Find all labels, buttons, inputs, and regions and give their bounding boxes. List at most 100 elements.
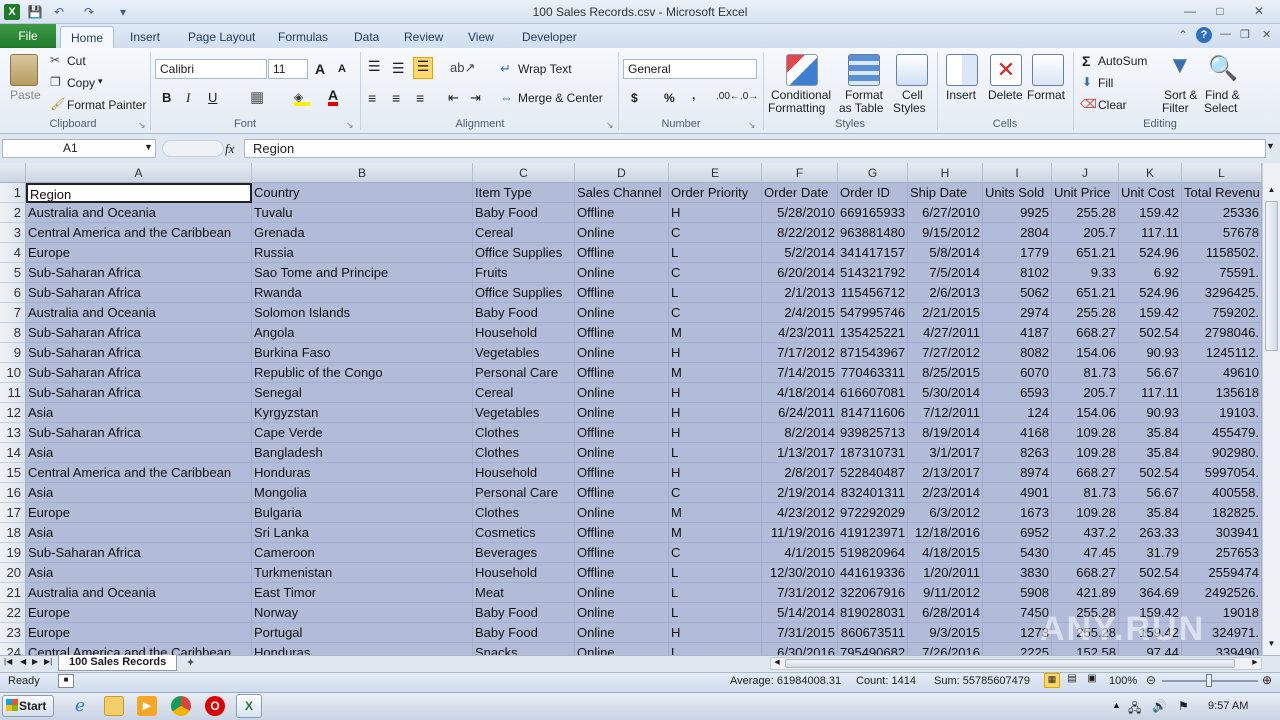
table-cell[interactable]: 3/1/2017	[908, 443, 983, 463]
header-cell[interactable]: Unit Cost	[1119, 183, 1182, 203]
table-cell[interactable]: 7/31/2012	[762, 583, 838, 603]
table-cell[interactable]: 616607081	[838, 383, 908, 403]
table-cell[interactable]: 902980.	[1182, 443, 1262, 463]
hscroll-left-arrow[interactable]: ◀	[771, 658, 783, 666]
formula-expand-handle[interactable]	[162, 140, 224, 157]
grow-font-icon[interactable]: A	[315, 61, 325, 77]
align-top-icon[interactable]: ☰	[368, 58, 381, 75]
internet-explorer-icon[interactable]: ℯ	[70, 696, 90, 716]
table-cell[interactable]: 8/25/2015	[908, 363, 983, 383]
table-cell[interactable]: 5/14/2014	[762, 603, 838, 623]
tab-view[interactable]: View	[458, 26, 504, 48]
row-header[interactable]: 22	[0, 603, 26, 623]
table-cell[interactable]: 795490682	[838, 643, 908, 655]
table-cell[interactable]: Cape Verde	[252, 423, 473, 443]
name-box[interactable]: A1	[2, 139, 156, 158]
tray-network-icon[interactable]: 🖧	[1128, 699, 1141, 720]
row-header[interactable]: 1	[0, 183, 26, 203]
font-name-combo[interactable]: Calibri	[155, 59, 267, 79]
table-cell[interactable]: 455479.	[1182, 423, 1262, 443]
number-format-combo[interactable]: General	[623, 59, 757, 79]
table-cell[interactable]: 6952	[983, 523, 1052, 543]
table-cell[interactable]: Offline	[575, 543, 669, 563]
table-cell[interactable]: Online	[575, 303, 669, 323]
table-cell[interactable]: 5430	[983, 543, 1052, 563]
header-cell[interactable]: Item Type	[473, 183, 575, 203]
table-cell[interactable]: 547995746	[838, 303, 908, 323]
row-header[interactable]: 5	[0, 263, 26, 283]
table-cell[interactable]: Norway	[252, 603, 473, 623]
align-middle-icon[interactable]: ☰	[392, 60, 405, 77]
table-cell[interactable]: Grenada	[252, 223, 473, 243]
sheet-nav-first-icon[interactable]: |◀	[4, 657, 12, 666]
table-cell[interactable]: Sub-Saharan Africa	[26, 343, 252, 363]
table-cell[interactable]: 819028031	[838, 603, 908, 623]
table-cell[interactable]: 75591.	[1182, 263, 1262, 283]
font-size-combo[interactable]: 11	[268, 59, 308, 79]
horizontal-scrollbar[interactable]: ◀ ▶	[770, 657, 1262, 670]
table-cell[interactable]: Sub-Saharan Africa	[26, 263, 252, 283]
table-cell[interactable]: 4/18/2015	[908, 543, 983, 563]
increase-decimal-icon[interactable]: .00←	[716, 91, 740, 102]
undo-icon[interactable]: ↶	[50, 3, 68, 21]
table-cell[interactable]: 5062	[983, 283, 1052, 303]
alignment-launcher-icon[interactable]: ↘	[606, 120, 614, 131]
table-cell[interactable]: 939825713	[838, 423, 908, 443]
table-cell[interactable]: Bulgaria	[252, 503, 473, 523]
table-cell[interactable]: 11/19/2016	[762, 523, 838, 543]
table-cell[interactable]: 49610	[1182, 363, 1262, 383]
table-cell[interactable]: Australia and Oceania	[26, 583, 252, 603]
merge-center-button[interactable]: Merge & Center	[518, 91, 603, 105]
table-cell[interactable]: 1245112.	[1182, 343, 1262, 363]
table-cell[interactable]: Vegetables	[473, 403, 575, 423]
table-cell[interactable]: Cosmetics	[473, 523, 575, 543]
table-cell[interactable]: 1/13/2017	[762, 443, 838, 463]
table-cell[interactable]: Rwanda	[252, 283, 473, 303]
table-cell[interactable]: 441619336	[838, 563, 908, 583]
table-cell[interactable]: Offline	[575, 483, 669, 503]
table-cell[interactable]: Offline	[575, 523, 669, 543]
table-cell[interactable]: Mongolia	[252, 483, 473, 503]
header-cell[interactable]: Sales Channel	[575, 183, 669, 203]
table-cell[interactable]: Asia	[26, 523, 252, 543]
currency-button[interactable]: $	[631, 91, 638, 105]
table-cell[interactable]: 770463311	[838, 363, 908, 383]
minimize-button[interactable]: —	[1178, 2, 1202, 20]
table-cell[interactable]: 8/2/2014	[762, 423, 838, 443]
tab-review[interactable]: Review	[394, 26, 453, 48]
table-cell[interactable]: 522840487	[838, 463, 908, 483]
table-cell[interactable]: Europe	[26, 503, 252, 523]
table-cell[interactable]: 668.27	[1052, 323, 1119, 343]
shrink-font-icon[interactable]: A	[338, 63, 346, 75]
table-cell[interactable]: L	[669, 603, 762, 623]
table-cell[interactable]: H	[669, 423, 762, 443]
table-cell[interactable]: 5997054.	[1182, 463, 1262, 483]
table-cell[interactable]: 341417157	[838, 243, 908, 263]
row-header[interactable]: 12	[0, 403, 26, 423]
font-color-icon[interactable]: A	[328, 88, 339, 106]
table-cell[interactable]: Sub-Saharan Africa	[26, 283, 252, 303]
fill-button[interactable]: Fill	[1098, 76, 1113, 90]
sheet-nav-next-icon[interactable]: ▶	[32, 657, 38, 666]
table-cell[interactable]: 263.33	[1119, 523, 1182, 543]
table-cell[interactable]: Sub-Saharan Africa	[26, 383, 252, 403]
table-cell[interactable]: 2974	[983, 303, 1052, 323]
table-cell[interactable]: 205.7	[1052, 383, 1119, 403]
table-cell[interactable]: 651.21	[1052, 283, 1119, 303]
table-cell[interactable]: 1673	[983, 503, 1052, 523]
table-cell[interactable]: Beverages	[473, 543, 575, 563]
table-cell[interactable]: 9/3/2015	[908, 623, 983, 643]
chrome-icon[interactable]	[171, 696, 191, 716]
column-header-d[interactable]: D	[575, 163, 669, 183]
workbook-minimize-button[interactable]: —	[1220, 28, 1231, 40]
table-cell[interactable]: 502.54	[1119, 323, 1182, 343]
page-layout-view-icon[interactable]: ▤	[1064, 673, 1080, 688]
scroll-up-arrow[interactable]: ▲	[1263, 185, 1280, 199]
table-cell[interactable]: 514321792	[838, 263, 908, 283]
row-header[interactable]: 17	[0, 503, 26, 523]
cell-styles-button-line2[interactable]: Styles	[893, 101, 926, 115]
table-cell[interactable]: Cereal	[473, 223, 575, 243]
table-cell[interactable]: 4/27/2011	[908, 323, 983, 343]
paste-button[interactable]: Paste	[10, 88, 41, 102]
hscroll-thumb[interactable]	[785, 659, 1235, 668]
